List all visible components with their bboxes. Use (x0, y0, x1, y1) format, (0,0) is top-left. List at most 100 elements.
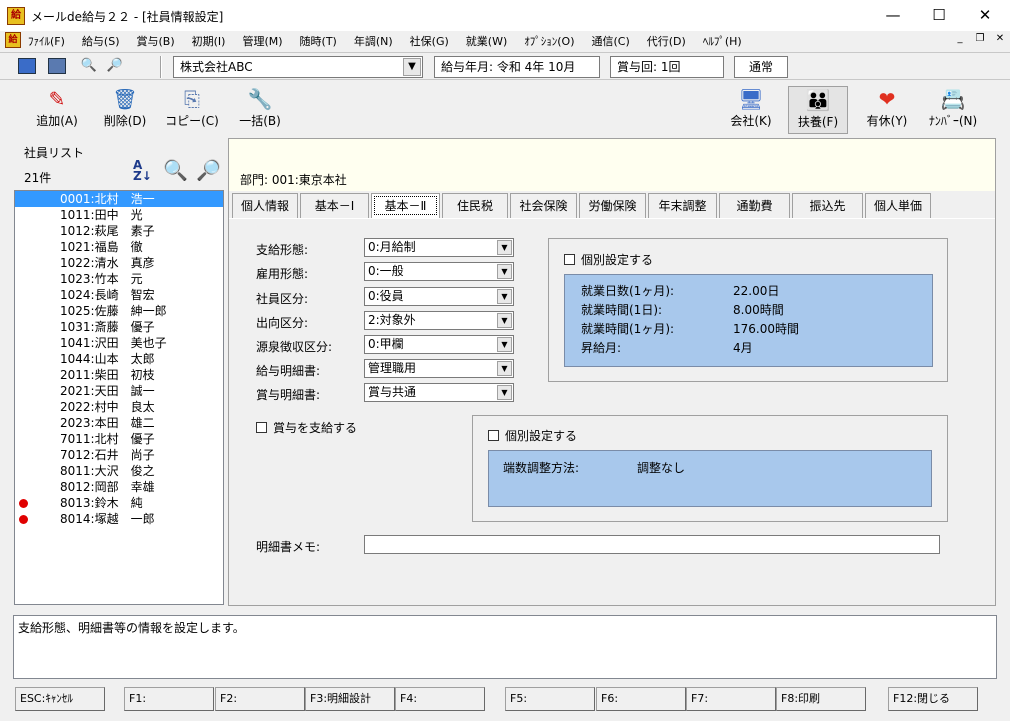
function-key-button[interactable]: F2: (215, 687, 305, 711)
mdi-close-icon[interactable]: ✕ (990, 33, 1010, 44)
tab-9[interactable]: 振込先 (792, 193, 863, 218)
zoom-in-icon[interactable]: 🔍 (80, 58, 98, 74)
tab-5[interactable]: 社会保険 (510, 193, 577, 218)
function-key-button[interactable]: F1: (124, 687, 214, 711)
menu-item[interactable]: 管理(M) (242, 33, 282, 49)
list-item[interactable]: 1041:沢田 美也子 (15, 335, 223, 351)
add-button[interactable]: ✎ 追加(A) (30, 86, 84, 134)
function-key-button[interactable]: F5: (505, 687, 595, 711)
company-select[interactable]: 株式会社ABC ▼ (173, 56, 423, 78)
copy-button[interactable]: ⎘ コピー(C) (162, 86, 222, 134)
bonus-pay-checkbox[interactable]: 賞与を支給する (256, 419, 357, 436)
list-item[interactable]: 8013:鈴木 純 (15, 495, 223, 511)
company-button[interactable]: 🖥 会社(K) (726, 86, 776, 134)
function-key-button[interactable]: F6: (596, 687, 686, 711)
function-key-button[interactable]: F3:明細設計 (305, 687, 395, 711)
mdi-app-icon[interactable]: 給 (5, 32, 21, 48)
menu-item[interactable]: ﾌｧｲﾙ(F) (28, 33, 65, 49)
checkbox-icon[interactable] (488, 430, 499, 441)
tab-1[interactable]: 個人情報 (232, 193, 298, 218)
bonus-statement-select[interactable]: 賞与共通 ▼ (364, 383, 514, 402)
screen-icon[interactable] (48, 58, 66, 74)
tab-4[interactable]: 住民税 (442, 193, 508, 218)
zoom-out-icon[interactable]: 🔎 (106, 58, 124, 74)
tab-3[interactable]: 基本－Ⅱ (371, 193, 440, 218)
list-item[interactable]: 1022:清水 真彦 (15, 255, 223, 271)
chevron-down-icon[interactable]: ▼ (497, 289, 512, 304)
menu-item[interactable]: 代行(D) (647, 33, 686, 49)
mdi-restore-icon[interactable]: ❐ (970, 33, 990, 44)
list-item[interactable]: 1023:竹本 元 (15, 271, 223, 287)
employee-class-select[interactable]: 0:役員 ▼ (364, 287, 514, 306)
menu-item[interactable]: 就業(W) (466, 33, 507, 49)
list-item[interactable]: 2021:天田 誠一 (15, 383, 223, 399)
menu-item[interactable]: 年調(N) (354, 33, 393, 49)
mdi-minimize-icon[interactable]: _ (950, 33, 970, 44)
chevron-down-icon[interactable]: ▼ (497, 385, 512, 400)
tab-10[interactable]: 個人単価 (865, 193, 931, 218)
menu-item[interactable]: 給与(S) (82, 33, 120, 49)
chevron-down-icon[interactable]: ▼ (403, 58, 421, 76)
tab-6[interactable]: 労働保険 (579, 193, 646, 218)
list-item[interactable]: 1012:萩尾 素子 (15, 223, 223, 239)
menu-item[interactable]: ｵﾌﾟｼｮﾝ(O) (524, 33, 574, 49)
rounding-setting-checkbox[interactable]: 個別設定する (488, 427, 577, 444)
chevron-down-icon[interactable]: ▼ (497, 313, 512, 328)
list-item[interactable]: 0001:北村 浩一 (15, 191, 223, 207)
list-item[interactable]: 1021:福島 徹 (15, 239, 223, 255)
list-item[interactable]: 2022:村中 良太 (15, 399, 223, 415)
list-item[interactable]: 8014:塚越 一郎 (15, 511, 223, 527)
employee-list[interactable]: 0001:北村 浩一 1011:田中 光 1012:萩尾 素子 1021:福島 徹 10… (14, 190, 224, 605)
secondment-select[interactable]: 2:対象外 ▼ (364, 311, 514, 330)
chevron-down-icon[interactable]: ▼ (497, 240, 512, 255)
leave-button[interactable]: ❤ 有休(Y) (862, 86, 912, 134)
close-icon[interactable]: ✕ (962, 0, 1008, 31)
list-item[interactable]: 7011:北村 優子 (15, 431, 223, 447)
function-key-button[interactable]: F8:印刷 (776, 687, 866, 711)
checkbox-icon[interactable] (256, 422, 267, 433)
withholding-select[interactable]: 0:甲欄 ▼ (364, 335, 514, 354)
list-item[interactable]: 1025:佐藤 紳一郎 (15, 303, 223, 319)
number-button[interactable]: 📇 ﾅﾝﾊﾞｰ(N) (924, 86, 982, 134)
list-item[interactable]: 1044:山本 太郎 (15, 351, 223, 367)
list-item[interactable]: 7012:石井 尚子 (15, 447, 223, 463)
monitor-icon[interactable] (18, 58, 36, 74)
delete-button[interactable]: 🗑 削除(D) (98, 86, 152, 134)
list-item[interactable]: 8012:岡部 幸雄 (15, 479, 223, 495)
maximize-icon[interactable]: ☐ (916, 0, 962, 31)
menu-item[interactable]: 賞与(B) (137, 33, 175, 49)
list-item[interactable]: 1031:斎藤 優子 (15, 319, 223, 335)
list-item[interactable]: 8011:大沢 俊之 (15, 463, 223, 479)
pay-type-select[interactable]: 0:月給制 ▼ (364, 238, 514, 257)
search-icon[interactable]: 🔍 (163, 158, 188, 182)
menu-item[interactable]: ﾍﾙﾌﾟ(H) (703, 33, 742, 49)
function-key-button[interactable]: F7: (686, 687, 776, 711)
list-item[interactable]: 2011:柴田 初枝 (15, 367, 223, 383)
menu-item[interactable]: 社保(G) (410, 33, 449, 49)
tab-7[interactable]: 年末調整 (648, 193, 717, 218)
menu-item[interactable]: 通信(C) (592, 33, 630, 49)
sort-az-icon[interactable]: A Z↓ (133, 159, 152, 182)
list-item[interactable]: 1024:長崎 智宏 (15, 287, 223, 303)
individual-setting-checkbox[interactable]: 個別設定する (564, 251, 653, 268)
chevron-down-icon[interactable]: ▼ (497, 264, 512, 279)
minimize-icon[interactable]: — (870, 0, 916, 31)
menu-item[interactable]: 初期(I) (192, 33, 226, 49)
list-item[interactable]: 1011:田中 光 (15, 207, 223, 223)
function-key-button[interactable]: F4: (395, 687, 485, 711)
dependents-button[interactable]: 👪 扶養(F) (788, 86, 848, 134)
pay-statement-select[interactable]: 管理職用 ▼ (364, 359, 514, 378)
list-item[interactable]: 2023:本田 雄二 (15, 415, 223, 431)
function-key-button[interactable]: F12:閉じる (888, 687, 978, 711)
tab-8[interactable]: 通勤費 (719, 193, 790, 218)
bulk-button[interactable]: 🔧 一括(B) (234, 86, 286, 134)
chevron-down-icon[interactable]: ▼ (497, 337, 512, 352)
checkbox-icon[interactable] (564, 254, 575, 265)
employment-type-select[interactable]: 0:一般 ▼ (364, 262, 514, 281)
function-key-button[interactable]: ESC:ｷｬﾝｾﾙ (15, 687, 105, 711)
memo-input[interactable] (364, 535, 940, 554)
tab-2[interactable]: 基本－Ⅰ (300, 193, 369, 218)
search-clear-icon[interactable]: 🔎 (196, 158, 221, 182)
menu-item[interactable]: 随時(T) (300, 33, 337, 49)
chevron-down-icon[interactable]: ▼ (497, 361, 512, 376)
